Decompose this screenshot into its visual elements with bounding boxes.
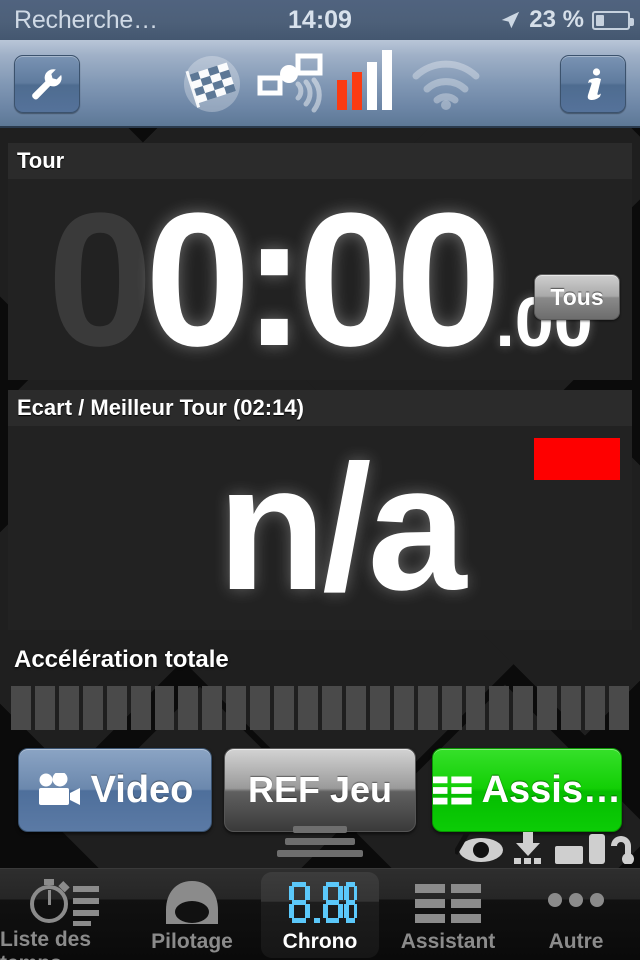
tab-autre[interactable]: Autre <box>512 869 640 960</box>
accel-segment <box>537 686 558 730</box>
tab-label: Chrono <box>282 930 358 953</box>
more-dots-icon <box>548 893 604 907</box>
accel-segment <box>369 686 390 730</box>
accel-segment <box>274 686 295 730</box>
tab-assistant[interactable]: Assistant <box>384 869 512 960</box>
accel-segment <box>465 686 486 730</box>
stopwatch-list-icon <box>30 879 99 926</box>
acceleration-title: Accélération totale <box>14 646 229 673</box>
accel-segment <box>58 686 79 730</box>
drag-handle[interactable] <box>277 826 363 860</box>
app-root: Recherche… 14:09 23 % Tour 0 0:00 .00 To… <box>0 0 640 960</box>
tab-label: Assistant <box>400 930 496 953</box>
tab-icon-wrap <box>539 877 613 929</box>
video-button-label: Video <box>90 768 194 811</box>
tab-label: Pilotage <box>151 930 233 953</box>
accel-segment <box>513 686 534 730</box>
all-laps-button[interactable]: Tous <box>534 274 620 320</box>
info-button[interactable] <box>560 55 626 113</box>
ref-jeu-button-label: REF Jeu <box>247 769 393 810</box>
accel-segment <box>585 686 606 730</box>
top-toolbar <box>0 40 640 128</box>
battery-icon <box>592 10 634 30</box>
location-arrow-icon <box>502 11 520 29</box>
assist-button[interactable]: Assis… <box>432 748 622 832</box>
battery-percent-label: 23 % <box>529 6 584 33</box>
lap-panel-body: 0 0:00 .00 Tous <box>8 179 632 380</box>
accel-segment <box>178 686 199 730</box>
no-record-eye-icon <box>453 824 503 862</box>
accel-segment <box>154 686 175 730</box>
accel-segment <box>11 686 31 730</box>
signal-bars-icon <box>337 50 392 110</box>
delta-panel-title: Ecart / Meilleur Tour (02:14) <box>8 390 632 426</box>
list-lines-icon <box>433 776 472 805</box>
delta-panel: Ecart / Meilleur Tour (02:14) n/a <box>8 390 632 630</box>
accel-segment <box>345 686 366 730</box>
delta-panel-body: n/a <box>8 426 632 630</box>
lap-time-value: 0:00 <box>145 173 501 386</box>
accel-segment <box>226 686 247 730</box>
tab-label: Autre <box>548 930 604 953</box>
video-button[interactable]: Video <box>18 748 212 832</box>
video-camera-icon <box>38 773 80 805</box>
devices-icon <box>555 834 605 864</box>
accel-segment <box>417 686 438 730</box>
settings-button[interactable] <box>14 55 80 113</box>
accel-segment <box>202 686 223 730</box>
lap-panel: Tour 0 0:00 .00 Tous <box>8 143 632 380</box>
wifi-icon <box>412 60 480 110</box>
tab-icon-wrap <box>283 877 357 929</box>
status-right-group: 23 % <box>499 6 634 34</box>
accel-segment <box>130 686 151 730</box>
gps-satellite-icon <box>257 53 323 113</box>
accel-segment <box>441 686 462 730</box>
accel-segment <box>321 686 342 730</box>
accel-segment <box>82 686 103 730</box>
accel-segment <box>393 686 414 730</box>
delta-value: n/a <box>217 428 466 627</box>
action-button-row: Video REF Jeu Assis… <box>0 748 640 832</box>
ref-jeu-button[interactable]: REF Jeu <box>224 748 416 832</box>
tab-chrono[interactable]: Chrono <box>256 869 384 960</box>
accel-segment <box>489 686 510 730</box>
mini-status-icons <box>453 824 635 865</box>
helmet-icon <box>166 881 218 924</box>
status-bar: Recherche… 14:09 23 % <box>0 0 640 40</box>
lap-leading-zero: 0 <box>47 173 153 386</box>
accel-segment <box>298 686 318 730</box>
tab-icon-wrap <box>27 877 101 927</box>
assist-button-label: Assis… <box>481 768 621 811</box>
accel-segment <box>250 686 271 730</box>
accel-segment <box>34 686 55 730</box>
tab-icon-wrap <box>411 877 485 929</box>
accel-segment <box>561 686 582 730</box>
tab-bar: Liste des temps Pilotage Chrono Assistant Au… <box>0 868 640 960</box>
checkered-flag-icon <box>184 56 240 112</box>
grid-lines-icon <box>415 884 481 923</box>
connection-icon <box>611 836 634 865</box>
tab-liste-des-temps[interactable]: Liste des temps <box>0 869 128 960</box>
info-icon <box>587 68 601 100</box>
download-arrow-icon <box>514 832 541 864</box>
tab-label: Liste des temps <box>0 928 92 960</box>
tab-pilotage[interactable]: Pilotage <box>128 869 256 960</box>
wrench-icon <box>32 69 62 100</box>
acceleration-meter <box>11 686 629 730</box>
mini-status-svg <box>453 824 634 865</box>
accel-segment <box>106 686 127 730</box>
lcd-timer-icon <box>289 882 357 923</box>
accel-segment <box>609 686 629 730</box>
tab-icon-wrap <box>155 877 229 929</box>
